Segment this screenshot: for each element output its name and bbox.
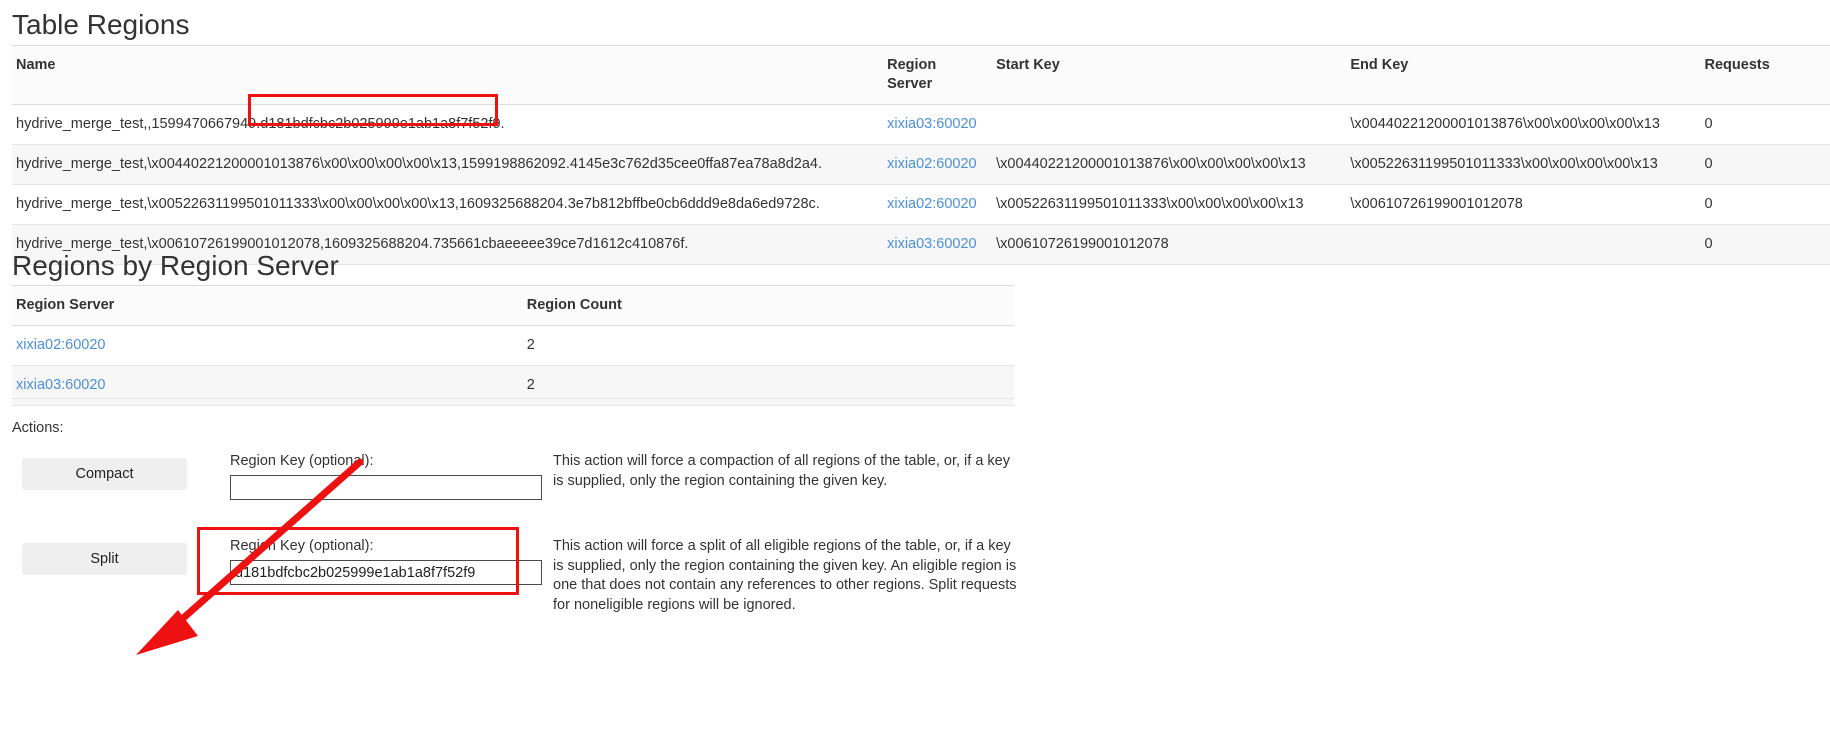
table-header-row: Region Server Region Count <box>12 285 1014 326</box>
cell-start-key: \x00610726199001012078 <box>992 224 1347 265</box>
cell-region-name: hydrive_merge_test,\x0052263119950101133… <box>12 184 884 225</box>
table-row: hydrive_merge_test,\x0052263119950101133… <box>12 184 1830 225</box>
split-region-key-group: Region Key (optional): <box>230 537 542 585</box>
compact-action-description: This action will force a compaction of a… <box>553 453 1010 489</box>
cell-region-server: xixia03:60020 <box>883 224 993 265</box>
compact-region-key-input[interactable] <box>230 475 542 500</box>
cell-region-name: hydrive_merge_test,\x0044022120000101387… <box>12 144 884 185</box>
cell-start-key: \x00522631199501011333\x00\x00\x00\x00\x… <box>992 184 1347 225</box>
cell-requests: 0 <box>1700 104 1830 145</box>
cell-region-count: 2 <box>522 365 1014 406</box>
region-server-link[interactable]: xixia02:60020 <box>887 156 977 172</box>
table-row: hydrive_merge_test,\x0044022120000101387… <box>12 144 1830 185</box>
table-regions-body: hydrive_merge_test,,1599470667949.d181bd… <box>12 104 1830 265</box>
actions-divider <box>12 398 1014 399</box>
regions-by-server-body: xixia02:60020 2 xixia03:60020 2 <box>12 325 1014 406</box>
page-title: Table Regions <box>12 9 190 40</box>
table-row: xixia02:60020 2 <box>12 325 1014 366</box>
column-header-region-count: Region Count <box>522 285 1014 326</box>
table-regions-head: Name Region Server Start Key End Key Req… <box>12 45 1830 105</box>
cell-region-name: hydrive_merge_test,,1599470667949.d181bd… <box>12 104 884 145</box>
table-header-row: Name Region Server Start Key End Key Req… <box>12 45 1830 105</box>
cell-region-server: xixia02:60020 <box>883 184 993 225</box>
region-server-link[interactable]: xixia03:60020 <box>16 377 106 393</box>
column-header-region-server: Region Server <box>12 285 523 326</box>
cell-requests: 0 <box>1700 224 1830 265</box>
cell-end-key: \x00522631199501011333\x00\x00\x00\x00\x… <box>1346 144 1701 185</box>
split-action-description: This action will force a split of all el… <box>553 538 1017 613</box>
cell-end-key <box>1346 224 1701 265</box>
table-row: hydrive_merge_test,,1599470667949.d181bd… <box>12 104 1830 145</box>
cell-start-key: \x00440221200001013876\x00\x00\x00\x00\x… <box>992 144 1347 185</box>
regions-by-region-server-table: Region Server Region Count xixia02:60020… <box>12 285 1014 406</box>
split-region-key-input[interactable] <box>230 560 542 585</box>
compact-button[interactable]: Compact <box>22 458 187 490</box>
table-regions-page: Table Regions Name Region Server Start K… <box>0 0 1830 735</box>
column-header-end-key: End Key <box>1346 45 1701 105</box>
cell-region-server: xixia03:60020 <box>12 365 523 406</box>
column-header-requests: Requests <box>1700 45 1830 105</box>
cell-end-key: \x00610726199001012078 <box>1346 184 1701 225</box>
regions-by-region-server-title: Regions by Region Server <box>12 250 339 281</box>
actions-label: Actions: <box>12 420 64 436</box>
region-server-link[interactable]: xixia03:60020 <box>887 116 977 132</box>
table-row: xixia03:60020 2 <box>12 365 1014 406</box>
cell-region-server: xixia03:60020 <box>883 104 993 145</box>
cell-requests: 0 <box>1700 184 1830 225</box>
column-header-region-server: Region Server <box>883 45 993 105</box>
region-server-link[interactable]: xixia02:60020 <box>16 337 106 353</box>
cell-region-count: 2 <box>522 325 1014 366</box>
regions-by-server-head: Region Server Region Count <box>12 285 1014 326</box>
region-server-link[interactable]: xixia02:60020 <box>887 196 977 212</box>
cell-region-server: xixia02:60020 <box>12 325 523 366</box>
compact-region-key-group: Region Key (optional): <box>230 452 542 500</box>
column-header-name: Name <box>12 45 884 105</box>
cell-end-key: \x00440221200001013876\x00\x00\x00\x00\x… <box>1346 104 1701 145</box>
cell-start-key <box>992 104 1347 145</box>
cell-requests: 0 <box>1700 144 1830 185</box>
split-region-key-label: Region Key (optional): <box>230 538 374 554</box>
compact-region-key-label: Region Key (optional): <box>230 453 374 469</box>
cell-region-server: xixia02:60020 <box>883 144 993 185</box>
table-regions-table: Name Region Server Start Key End Key Req… <box>12 45 1830 265</box>
split-button[interactable]: Split <box>22 543 187 575</box>
column-header-start-key: Start Key <box>992 45 1347 105</box>
region-server-link[interactable]: xixia03:60020 <box>887 236 977 252</box>
